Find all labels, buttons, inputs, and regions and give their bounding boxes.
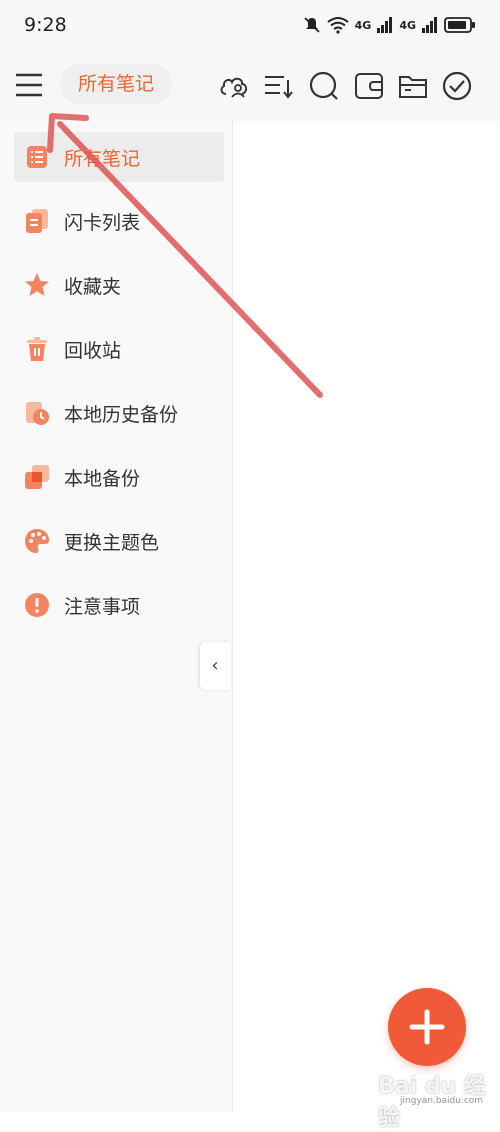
sidebar: 所有笔记 闪卡列表 收藏夹 回收站 本地历史备份 本地备份 更换主题色 注意事项 <box>0 120 233 1111</box>
sidebar-item-label: 本地备份 <box>64 468 141 490</box>
sidebar-item-trash[interactable]: 回收站 <box>14 324 224 374</box>
watermark-url: jingyan.baidu.com <box>400 1096 484 1106</box>
top-bar: 所有笔记 <box>0 50 500 120</box>
mute-icon <box>303 17 320 33</box>
wifi-icon <box>327 17 349 34</box>
trash-icon <box>27 337 47 361</box>
sidebar-item-local-backup[interactable]: 本地备份 <box>14 452 224 502</box>
sidebar-item-label: 注意事项 <box>64 596 141 618</box>
signal-label-2: 4G <box>399 18 416 32</box>
backup-icon <box>25 465 49 489</box>
page-title[interactable]: 所有笔记 <box>60 64 172 104</box>
status-icons: 4G 4G <box>303 12 476 38</box>
notes-list-icon <box>27 146 47 168</box>
signal-icon-2 <box>422 17 437 33</box>
search-icon[interactable] <box>308 70 340 102</box>
sidebar-item-notices[interactable]: 注意事项 <box>14 580 224 630</box>
add-note-button[interactable] <box>388 988 466 1066</box>
sidebar-item-all-notes[interactable]: 所有笔记 <box>14 132 224 182</box>
warning-icon <box>25 593 49 617</box>
signal-icon <box>377 17 393 33</box>
plus-icon <box>409 1009 445 1045</box>
folder-icon[interactable] <box>397 70 429 102</box>
sidebar-item-label: 回收站 <box>64 340 122 362</box>
signal-label-1: 4G <box>354 18 372 32</box>
sidebar-item-label: 本地历史备份 <box>64 404 179 426</box>
status-time: 9:28 <box>24 14 67 36</box>
palette-icon <box>25 529 49 553</box>
sidebar-item-change-theme[interactable]: 更换主题色 <box>14 516 224 566</box>
cloud-user-icon[interactable] <box>218 70 250 102</box>
menu-icon[interactable] <box>14 70 44 100</box>
flashcards-icon <box>26 209 48 233</box>
sidebar-item-label: 所有笔记 <box>64 148 141 170</box>
sidebar-item-local-history-backup[interactable]: 本地历史备份 <box>14 388 224 438</box>
history-backup-icon <box>26 402 49 425</box>
sort-icon[interactable] <box>262 70 294 102</box>
sidebar-item-flashcards[interactable]: 闪卡列表 <box>14 196 224 246</box>
check-circle-icon[interactable] <box>441 70 473 102</box>
sidebar-item-favorites[interactable]: 收藏夹 <box>14 260 224 310</box>
sidebar-collapse-button[interactable]: ‹ <box>200 642 230 690</box>
sidebar-item-label: 闪卡列表 <box>64 212 141 234</box>
star-icon <box>25 273 49 296</box>
wallet-icon[interactable] <box>353 70 385 102</box>
battery-icon <box>444 17 475 33</box>
status-bar: 9:28 4G 4G <box>0 0 500 50</box>
sidebar-item-label: 收藏夹 <box>64 276 122 298</box>
sidebar-item-label: 更换主题色 <box>64 532 160 554</box>
